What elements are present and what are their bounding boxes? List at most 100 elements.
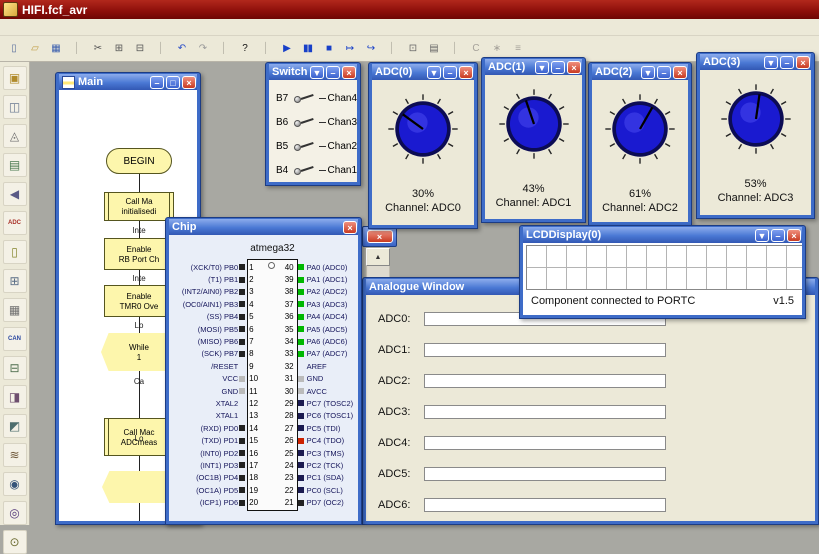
compile-hex-button[interactable]: ∗ — [487, 39, 506, 59]
close-button[interactable]: × — [796, 56, 810, 69]
app-titlebar[interactable]: HIFI.fcf_avr — [0, 0, 819, 19]
pin-label-left: (RXD) PD0 — [169, 424, 238, 433]
scroll-up-button[interactable]: ▲ — [366, 248, 390, 266]
redo-button[interactable]: ↷ — [193, 39, 212, 59]
component-adc-icon[interactable]: ADC — [3, 211, 27, 235]
save-button[interactable]: ▦ — [46, 39, 65, 59]
run-button[interactable]: ▶ — [277, 39, 296, 59]
toolbar-separator[interactable]: │ — [445, 39, 464, 59]
toggle-switch[interactable] — [292, 116, 318, 129]
toolbar-separator[interactable]: │ — [382, 39, 401, 59]
menu-window[interactable] — [86, 26, 102, 28]
background-window-scrollbar[interactable]: ▲ — [366, 248, 390, 277]
menu-run[interactable] — [54, 26, 70, 28]
component-sevenseg-icon[interactable]: ▯ — [3, 240, 27, 264]
component-extra-icon[interactable]: ⊙ — [3, 530, 27, 554]
component-i2c-icon[interactable]: ◩ — [3, 414, 27, 438]
component-uart-icon[interactable]: ⊟ — [3, 356, 27, 380]
toolbar-separator[interactable]: │ — [214, 39, 233, 59]
toolbar-separator[interactable]: │ — [256, 39, 275, 59]
stop-button[interactable]: ■ — [319, 39, 338, 59]
flow-interrupt-shape[interactable]: Enable RB Port Ch — [104, 238, 174, 270]
menu-chip[interactable] — [70, 26, 86, 28]
minimize-button[interactable]: – — [780, 56, 794, 69]
close-button[interactable]: × — [787, 229, 801, 242]
menu-view[interactable] — [22, 26, 38, 28]
adc-knob[interactable] — [386, 92, 460, 166]
component-led-icon[interactable]: ▣ — [3, 66, 27, 90]
component-servo-icon[interactable]: ◉ — [3, 472, 27, 496]
adc-knob[interactable] — [603, 92, 677, 166]
dock-button[interactable]: ▼ — [764, 56, 778, 69]
pause-button[interactable]: ▮▮ — [298, 39, 317, 59]
minimize-button[interactable]: – — [551, 61, 565, 74]
copy-button[interactable]: ⊞ — [109, 39, 128, 59]
chip-window-titlebar[interactable]: Chip × — [169, 219, 358, 235]
component-lcd-icon[interactable]: ▤ — [3, 153, 27, 177]
adc-knob[interactable] — [719, 82, 793, 156]
minimize-button[interactable]: – — [150, 76, 164, 89]
adc0-window-titlebar[interactable]: ADC(0) ▼ – × — [372, 64, 474, 80]
menu-edit[interactable] — [6, 26, 22, 28]
close-button[interactable]: × — [459, 66, 473, 79]
close-button[interactable]: × — [567, 61, 581, 74]
minimize-button[interactable]: – — [771, 229, 785, 242]
component-transistor-icon[interactable]: ◬ — [3, 124, 27, 148]
background-window-titlebar[interactable]: × — [362, 226, 397, 247]
switches-window-titlebar[interactable]: Switch ▼ – × — [269, 64, 357, 80]
close-button[interactable]: × — [342, 66, 356, 79]
flow-begin-shape[interactable]: BEGIN — [106, 148, 172, 174]
close-button[interactable]: × — [673, 66, 687, 79]
component-switch-icon[interactable]: ◫ — [3, 95, 27, 119]
dock-button[interactable]: ▼ — [641, 66, 655, 79]
component-motor-icon[interactable]: ◎ — [3, 501, 27, 525]
window-cascade-button[interactable]: ⊡ — [403, 39, 422, 59]
new-button[interactable]: ▯ — [4, 39, 23, 59]
dock-button[interactable]: ▼ — [310, 66, 324, 79]
adc1-window-titlebar[interactable]: ADC(1) ▼ – × — [485, 59, 582, 75]
step-over-button[interactable]: ↪ — [361, 39, 380, 59]
open-button[interactable]: ▱ — [25, 39, 44, 59]
component-can-icon[interactable]: CAN — [3, 327, 27, 351]
undo-button[interactable]: ↶ — [172, 39, 191, 59]
scroll-track[interactable] — [366, 266, 390, 277]
background-window-close-button[interactable]: × — [367, 230, 393, 243]
adc3-window-titlebar[interactable]: ADC(3) ▼ – × — [700, 54, 811, 70]
lcd-cell — [747, 246, 766, 267]
minimize-button[interactable]: – — [326, 66, 340, 79]
lcd-window-titlebar[interactable]: LCDDisplay(0) ▼ – × — [523, 227, 802, 243]
toolbar-separator[interactable]: │ — [67, 39, 86, 59]
dock-button[interactable]: ▼ — [427, 66, 441, 79]
minimize-button[interactable]: – — [657, 66, 671, 79]
close-button[interactable]: × — [182, 76, 196, 89]
flow-interrupt-shape[interactable]: Enable TMR0 Ove — [104, 285, 174, 317]
toggle-switch[interactable] — [292, 92, 318, 105]
component-pwm-icon[interactable]: ≋ — [3, 443, 27, 467]
paste-button[interactable]: ⊟ — [130, 39, 149, 59]
dock-button[interactable]: ▼ — [535, 61, 549, 74]
component-eeprom-icon[interactable]: ▦ — [3, 298, 27, 322]
component-spi-icon[interactable]: ◨ — [3, 385, 27, 409]
dock-button[interactable]: ▼ — [755, 229, 769, 242]
compile-c-button[interactable]: C — [466, 39, 485, 59]
help-button[interactable]: ? — [235, 39, 254, 59]
flow-call-macro-shape[interactable]: Call Ma initialisedi — [104, 192, 174, 221]
toggle-switch[interactable] — [292, 140, 318, 153]
pin-number-right: 22 — [279, 486, 297, 495]
step-into-button[interactable]: ↦ — [340, 39, 359, 59]
cut-button[interactable]: ✂ — [88, 39, 107, 59]
main-window-titlebar[interactable]: Main – □ × — [59, 74, 197, 90]
adc-knob[interactable] — [497, 87, 571, 161]
close-button[interactable]: × — [343, 221, 357, 234]
maximize-button[interactable]: □ — [166, 76, 180, 89]
toolbar-separator[interactable]: │ — [151, 39, 170, 59]
menu-help[interactable] — [102, 26, 118, 28]
adc2-window-titlebar[interactable]: ADC(2) ▼ – × — [592, 64, 688, 80]
minimize-button[interactable]: – — [443, 66, 457, 79]
window-tile-button[interactable]: ▤ — [424, 39, 443, 59]
toggle-switch[interactable] — [292, 164, 318, 177]
component-keypad-icon[interactable]: ⊞ — [3, 269, 27, 293]
component-speaker-icon[interactable]: ◀ — [3, 182, 27, 206]
menu-macro[interactable] — [38, 26, 54, 28]
program-chip-button[interactable]: ≡ — [508, 39, 527, 59]
